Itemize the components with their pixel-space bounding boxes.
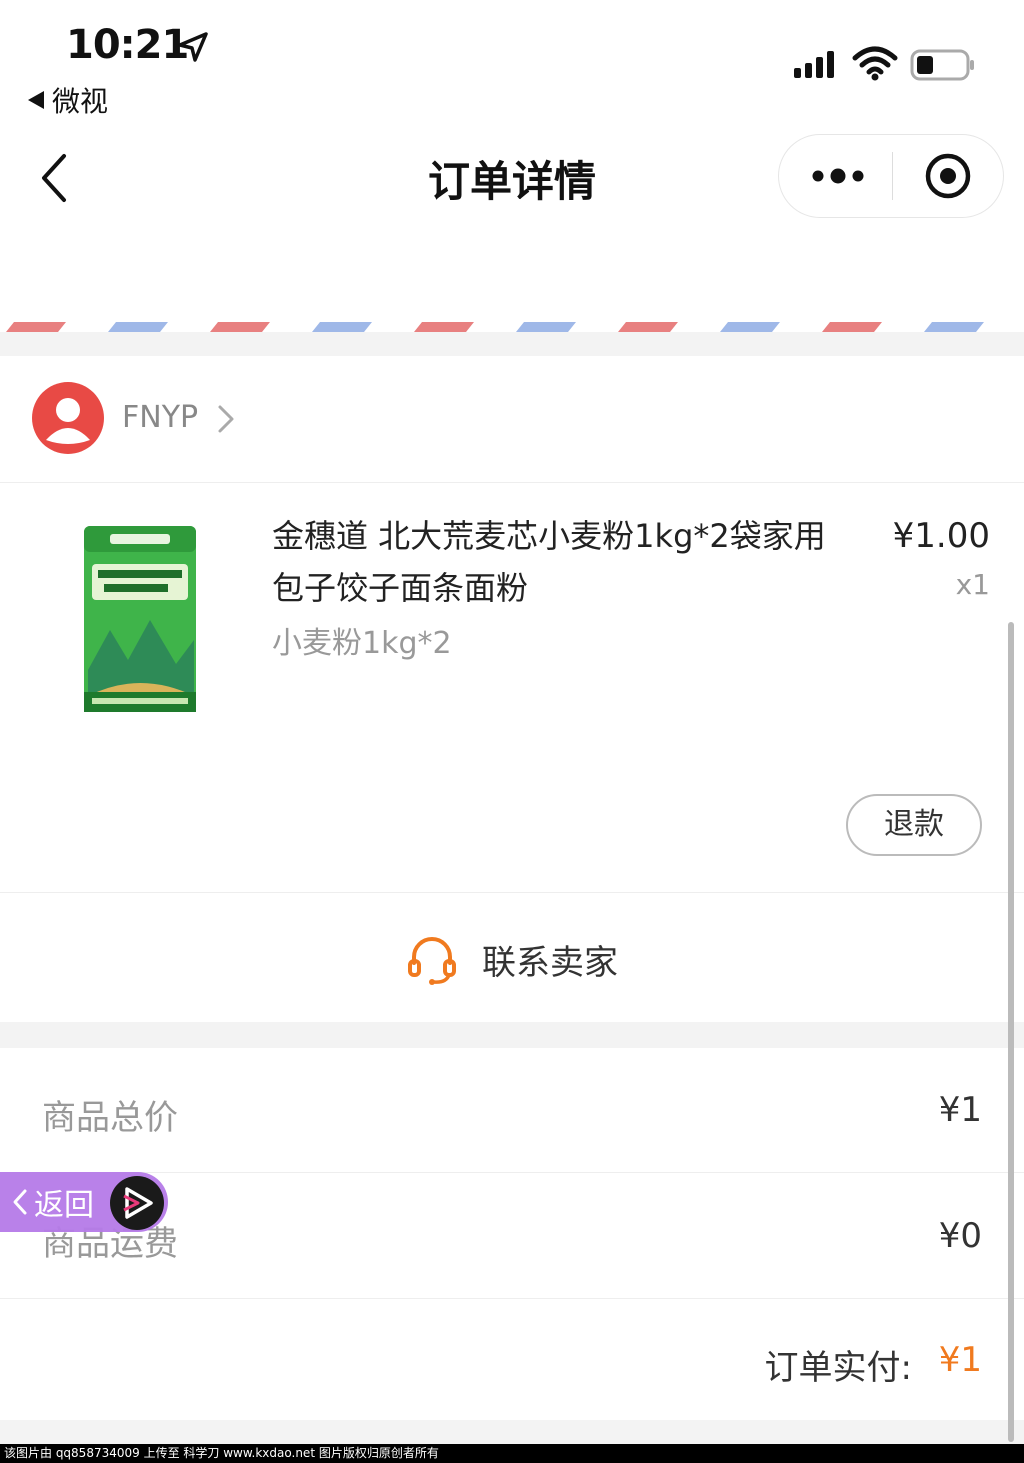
chevron-left-icon [13,1189,27,1215]
stripe-segment [312,322,372,332]
wifi-icon [852,46,898,81]
product-sku: 小麦粉1kg*2 [272,626,452,661]
stripe-segment [720,322,780,332]
watermark-text: 该图片由 qq858734009 上传至 科学刀 www.kxdao.net 图… [0,1444,1024,1463]
stripe-segment [414,322,474,332]
goods-total-value: ¥1 [938,1090,982,1130]
section-gap [0,1022,1024,1048]
target-icon[interactable] [924,152,972,200]
location-arrow-icon [178,32,208,62]
paid-label: 订单实付: [764,1348,912,1388]
stripe-segment [210,322,270,332]
back-to-app[interactable]: 微视 [28,80,108,120]
chevron-right-icon [218,405,234,433]
contact-seller-button[interactable]: 联系卖家 [0,896,1024,1022]
product-title[interactable]: 金穗道 北大荒麦芯小麦粉1kg*2袋家用包子饺子面条面粉 [272,510,842,614]
stripe-segment [108,322,168,332]
back-triangle-icon [28,91,44,109]
status-time: 10:21 [66,22,189,68]
weishi-logo-icon[interactable] [108,1174,166,1232]
shipping-value: ¥0 [938,1216,982,1256]
goods-total-label: 商品总价 [42,1098,178,1138]
stripe-segment [618,322,678,332]
back-app-label: 微视 [52,85,109,118]
more-dots-icon[interactable] [810,164,866,188]
signal-icon [794,51,834,78]
stripe-segment [822,322,882,332]
paid-value: ¥1 [938,1340,982,1380]
contact-seller-label: 联系卖家 [482,942,618,983]
divider [0,1172,1024,1173]
refund-button[interactable]: 退款 [846,794,982,856]
bottom-gap [0,1420,1024,1444]
stripe-segment [6,322,66,332]
stripe-segment [516,322,576,332]
product-quantity: x1 [955,568,990,601]
scrollbar[interactable] [1008,622,1014,1442]
floating-back-label-group: 返回 [10,1180,94,1224]
floating-back-label: 返回 [34,1188,94,1223]
stripe-segment [924,322,984,332]
shop-avatar-icon [32,382,104,454]
airmail-stripe [6,322,984,332]
product-image[interactable] [80,520,200,716]
stripe-band [0,332,1024,356]
headset-icon [408,937,456,985]
product-price: ¥1.00 [892,516,990,556]
divider [0,892,1024,893]
capsule-divider [892,152,893,200]
shop-name[interactable]: FNYP [122,400,198,435]
divider [0,1298,1024,1299]
battery-icon [910,49,974,81]
